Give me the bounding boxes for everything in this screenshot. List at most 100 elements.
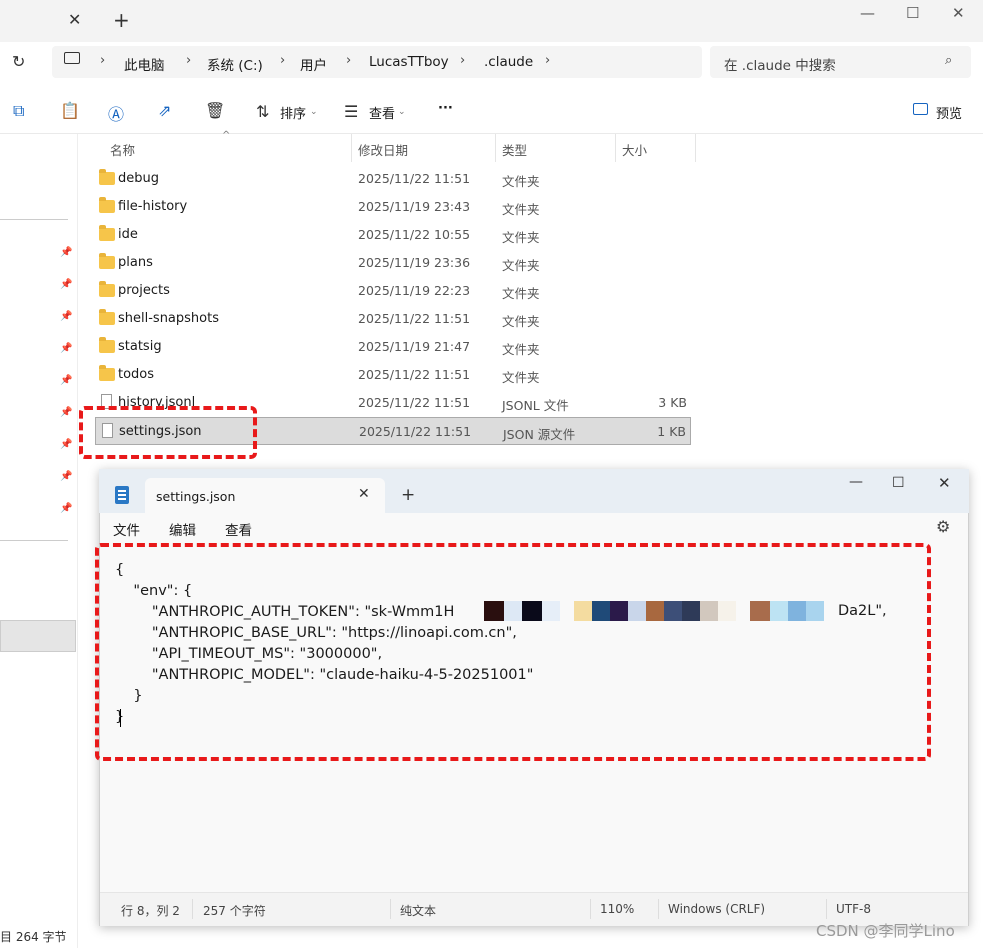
column-divider[interactable] (615, 134, 616, 162)
chevron-down-icon: ⌄ (398, 107, 406, 117)
file-row[interactable]: projects 2025/11/19 22:23 文件夹 (95, 277, 691, 305)
file-date: 2025/11/22 11:51 (359, 424, 472, 439)
file-size: 1 KB (657, 424, 686, 439)
file-type: 文件夹 (502, 258, 540, 273)
computer-icon (64, 52, 80, 64)
close-window-icon[interactable]: ✕ (952, 4, 965, 22)
breadcrumb-drive[interactable]: 系统 (C:) (207, 54, 263, 74)
file-type: 文件夹 (502, 342, 540, 357)
file-type: 文件夹 (502, 202, 540, 217)
file-date: 2025/11/19 23:36 (358, 255, 471, 270)
more-options-button[interactable]: ··· (438, 101, 453, 116)
pin-icon: 📌 (60, 471, 73, 482)
refresh-icon[interactable]: ↻ (12, 52, 25, 71)
breadcrumb-this-pc[interactable]: 此电脑 (124, 54, 165, 74)
file-date: 2025/11/22 11:51 (358, 171, 471, 186)
file-type: JSON 源文件 (503, 427, 576, 442)
menu-edit[interactable]: 编辑 (169, 519, 196, 539)
file-type: 文件夹 (502, 286, 540, 301)
folder-icon (99, 197, 115, 213)
file-row[interactable]: ide 2025/11/22 10:55 文件夹 (95, 221, 691, 249)
file-type: 文件夹 (502, 370, 540, 385)
status-bar-text: 目 264 字节 (0, 930, 67, 944)
file-row[interactable]: todos 2025/11/22 11:51 文件夹 (95, 361, 691, 389)
chevron-right-icon: › (346, 53, 352, 68)
file-row[interactable]: plans 2025/11/19 23:36 文件夹 (95, 249, 691, 277)
copy-icon[interactable]: ⧉ (13, 101, 24, 121)
menu-view[interactable]: 查看 (225, 519, 252, 539)
file-name: projects (118, 283, 170, 298)
file-date: 2025/11/22 10:55 (358, 227, 471, 242)
file-name: shell-snapshots (118, 311, 219, 326)
search-input[interactable]: 在 .claude 中搜索 (724, 54, 836, 74)
zoom-level[interactable]: 110% (600, 902, 634, 916)
status-divider (590, 899, 591, 919)
breadcrumb-folder[interactable]: .claude (484, 54, 533, 70)
close-tab-icon[interactable]: ✕ (358, 486, 370, 502)
breadcrumb-user[interactable]: LucasTTboy (369, 54, 449, 70)
sidebar-item-selected[interactable] (0, 620, 76, 652)
column-header-type[interactable]: 类型 (502, 140, 527, 159)
column-header-size[interactable]: 大小 (622, 140, 647, 159)
pin-icon: 📌 (60, 503, 73, 514)
folder-icon (99, 337, 115, 353)
chevron-right-icon[interactable]: › (545, 53, 550, 68)
pin-icon: 📌 (60, 407, 73, 418)
preview-button[interactable]: 预览 (936, 103, 962, 122)
rename-icon[interactable]: Ⓐ (108, 101, 124, 125)
file-date: 2025/11/22 11:51 (358, 367, 471, 382)
menu-file[interactable]: 文件 (113, 519, 140, 539)
sidebar-divider (0, 540, 68, 541)
file-size: 3 KB (658, 395, 687, 410)
preview-pane-icon[interactable] (913, 103, 928, 115)
pin-icon: 📌 (60, 247, 73, 258)
column-header-modified[interactable]: 修改日期 (358, 140, 408, 159)
line-ending[interactable]: Windows (CRLF) (668, 902, 765, 916)
file-name: file-history (118, 199, 188, 214)
maximize-icon[interactable]: ☐ (892, 475, 905, 491)
text-format[interactable]: 纯文本 (400, 902, 436, 919)
paste-icon[interactable]: 📋 (60, 101, 80, 120)
breadcrumb-users[interactable]: 用户 (300, 54, 327, 74)
file-type: 文件夹 (502, 314, 540, 329)
pin-icon: 📌 (60, 279, 73, 290)
file-name: statsig (118, 339, 162, 354)
file-row[interactable]: shell-snapshots 2025/11/22 11:51 文件夹 (95, 305, 691, 333)
minimize-icon[interactable]: — (860, 4, 875, 22)
new-tab-icon[interactable]: + (113, 8, 130, 32)
file-row[interactable]: statsig 2025/11/19 21:47 文件夹 (95, 333, 691, 361)
delete-icon[interactable]: 🗑 (205, 101, 225, 120)
sort-button[interactable]: 排序 (280, 103, 306, 122)
column-header-name[interactable]: 名称 (110, 140, 135, 159)
close-tab-icon[interactable]: ✕ (68, 10, 81, 29)
share-icon[interactable]: ⇗ (158, 101, 171, 120)
new-tab-icon[interactable]: + (401, 485, 415, 505)
sidebar-divider (0, 219, 68, 220)
chevron-right-icon: › (186, 53, 192, 68)
file-name: todos (118, 367, 155, 382)
pin-icon: 📌 (60, 343, 73, 354)
column-divider[interactable] (495, 134, 496, 162)
close-window-icon[interactable]: ✕ (938, 474, 951, 492)
highlight-box-settings-file (79, 406, 257, 459)
sort-ascending-icon: ^ (222, 130, 231, 141)
command-bar (0, 86, 983, 134)
encoding[interactable]: UTF-8 (836, 902, 871, 916)
folder-icon (99, 281, 115, 297)
file-type: 文件夹 (502, 174, 540, 189)
folder-icon (99, 253, 115, 269)
column-divider[interactable] (351, 134, 352, 162)
file-row[interactable]: debug 2025/11/22 11:51 文件夹 (95, 165, 691, 193)
maximize-icon[interactable]: ☐ (906, 4, 919, 22)
sort-icon[interactable]: ⇅ (256, 102, 269, 121)
column-divider[interactable] (695, 134, 696, 162)
file-type: JSONL 文件 (502, 398, 569, 413)
settings-gear-icon[interactable]: ⚙ (936, 517, 950, 536)
file-row[interactable]: file-history 2025/11/19 23:43 文件夹 (95, 193, 691, 221)
view-icon[interactable]: ☰ (344, 102, 358, 121)
chevron-right-icon: › (280, 53, 286, 68)
view-button[interactable]: 查看 (369, 103, 395, 122)
search-icon: ⌕ (945, 53, 953, 68)
minimize-icon[interactable]: — (849, 474, 863, 490)
chevron-down-icon: ⌄ (310, 107, 318, 117)
